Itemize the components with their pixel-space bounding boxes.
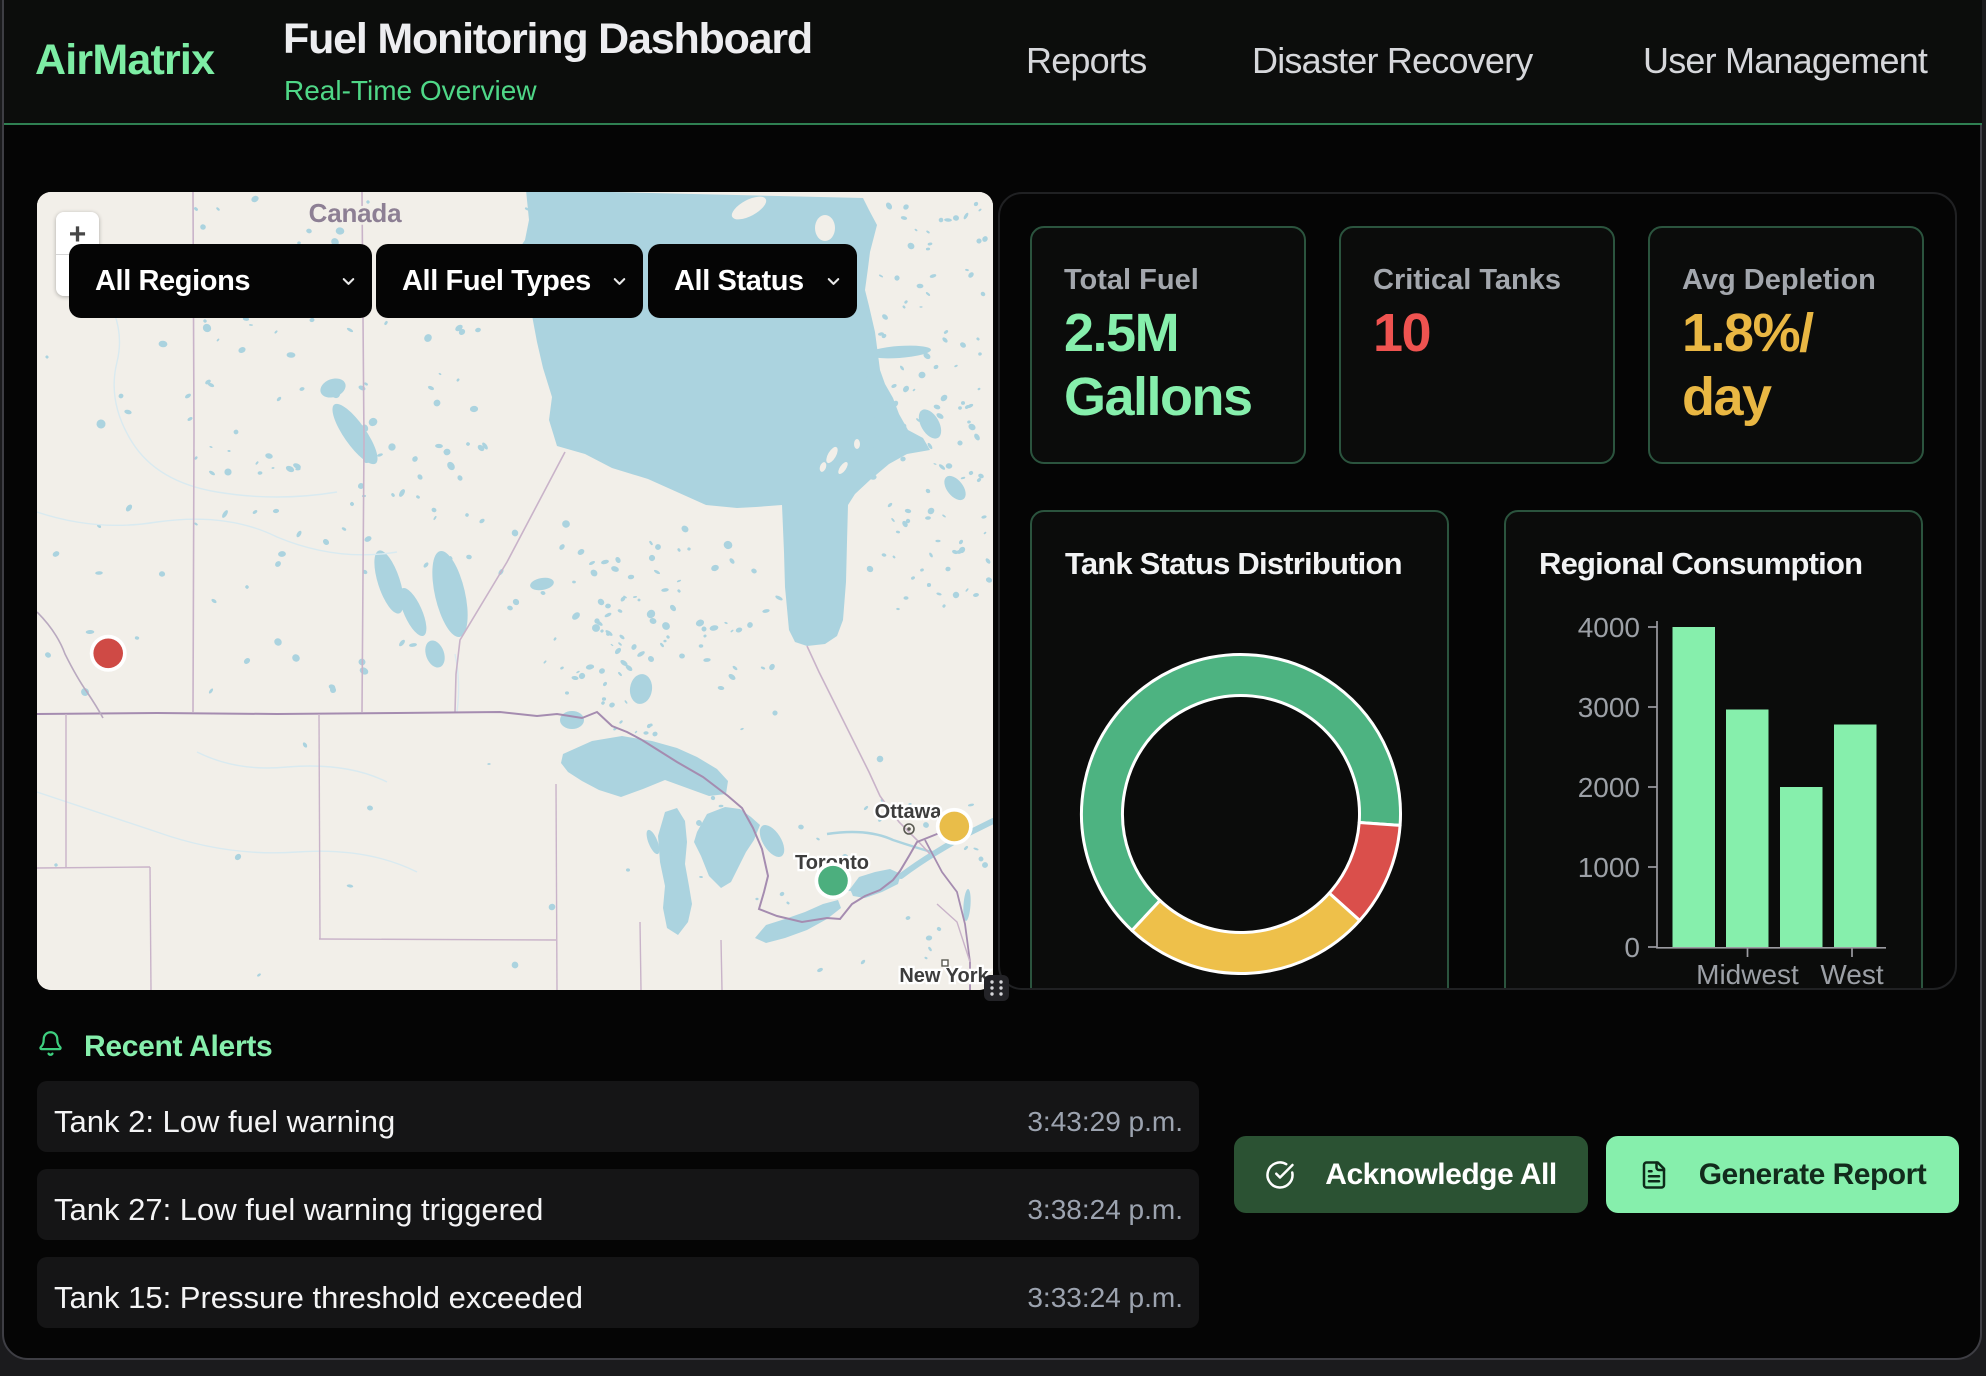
svg-text:New York: New York xyxy=(899,965,989,987)
svg-text:Ottawa: Ottawa xyxy=(875,801,943,823)
svg-text:Midwest: Midwest xyxy=(1696,959,1799,990)
svg-text:2000: 2000 xyxy=(1578,772,1640,803)
svg-text:West: West xyxy=(1820,959,1883,990)
svg-text:1000: 1000 xyxy=(1578,852,1640,883)
svg-text:0: 0 xyxy=(1624,932,1640,963)
svg-text:3000: 3000 xyxy=(1578,692,1640,723)
svg-text:Canada: Canada xyxy=(309,198,402,228)
svg-text:4000: 4000 xyxy=(1578,612,1640,643)
